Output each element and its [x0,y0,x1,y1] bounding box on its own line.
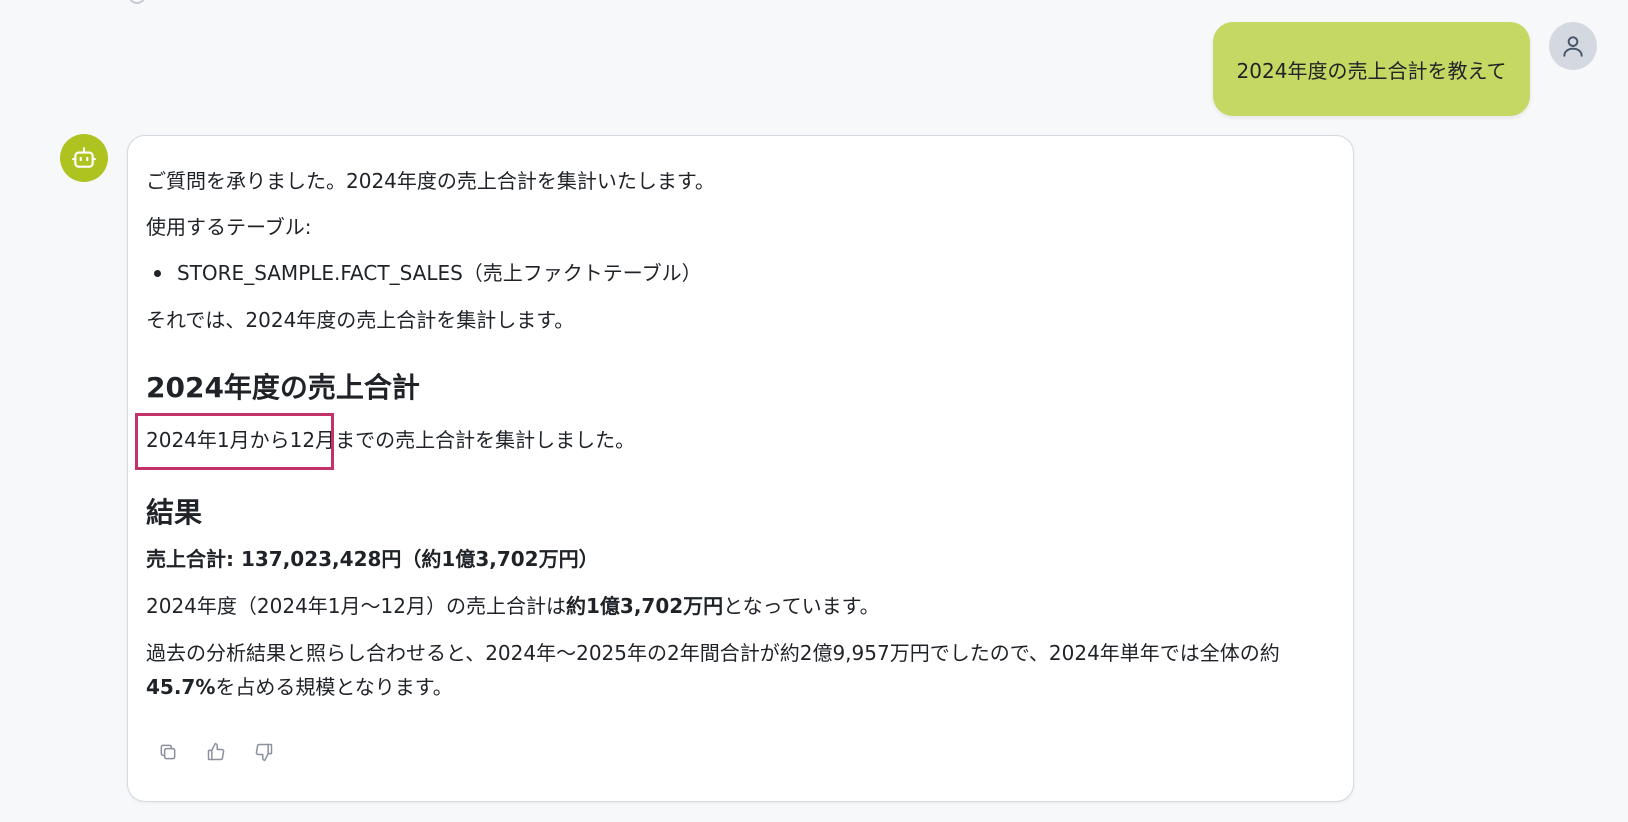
copy-button[interactable] [155,739,181,765]
dislike-button[interactable] [251,739,277,765]
like-button[interactable] [203,739,229,765]
intro-text: ご質問を承りました。2024年度の売上合計を集計いたします。 [146,169,715,193]
user-avatar [1549,22,1597,70]
comparison-text-line1: 過去の分析結果と照らし合わせると、2024年〜2025年の2年間合計が約2億9,… [146,641,1280,665]
transition-text: それでは、2024年度の売上合計を集計します。 [146,308,575,332]
sales-total-text: 売上合計: 137,023,428円（約1億3,702万円） [146,547,599,571]
tables-label: 使用するテーブル: [146,215,312,239]
user-message-bubble: 2024年度の売上合計を教えて [1213,22,1530,116]
comparison-text-line2: 45.7%を占める規模となります。 [146,673,453,701]
result-heading: 結果 [146,496,203,529]
user-icon [1563,36,1583,57]
status-ring-icon [128,0,146,4]
copy-icon [160,744,176,760]
list-item: STORE_SAMPLE.FACT_SALES（売上ファクトテーブル） [146,259,702,287]
robot-icon [72,147,96,168]
thumbs-up-icon [207,742,225,761]
summary-pre: 2024年度（2024年1月〜12月）の売上合計は [146,594,566,618]
bullet-icon [154,269,161,277]
user-message-text: 2024年度の売上合計を教えて [1236,58,1507,83]
comparison-bold: 45.7% [146,675,216,699]
comparison-post: を占める規模となります。 [215,675,453,699]
summary-text: 2024年度（2024年1月〜12月）の売上合計は約1億3,702万円となってい… [146,592,880,620]
period-rest-text: までの売上合計を集計しました。 [335,428,636,452]
assistant-message-card: ご質問を承りました。2024年度の売上合計を集計いたします。 使用するテーブル:… [127,135,1354,802]
section-heading: 2024年度の売上合計 [146,371,420,404]
message-actions [155,739,277,765]
thumbs-down-icon [255,743,273,762]
summary-post: となっています。 [723,594,880,618]
summary-bold: 約1億3,702万円 [565,594,724,618]
bot-avatar [60,134,108,182]
highlight-annotation-box [135,413,334,470]
table-name: STORE_SAMPLE.FACT_SALES（売上ファクトテーブル） [177,261,702,285]
